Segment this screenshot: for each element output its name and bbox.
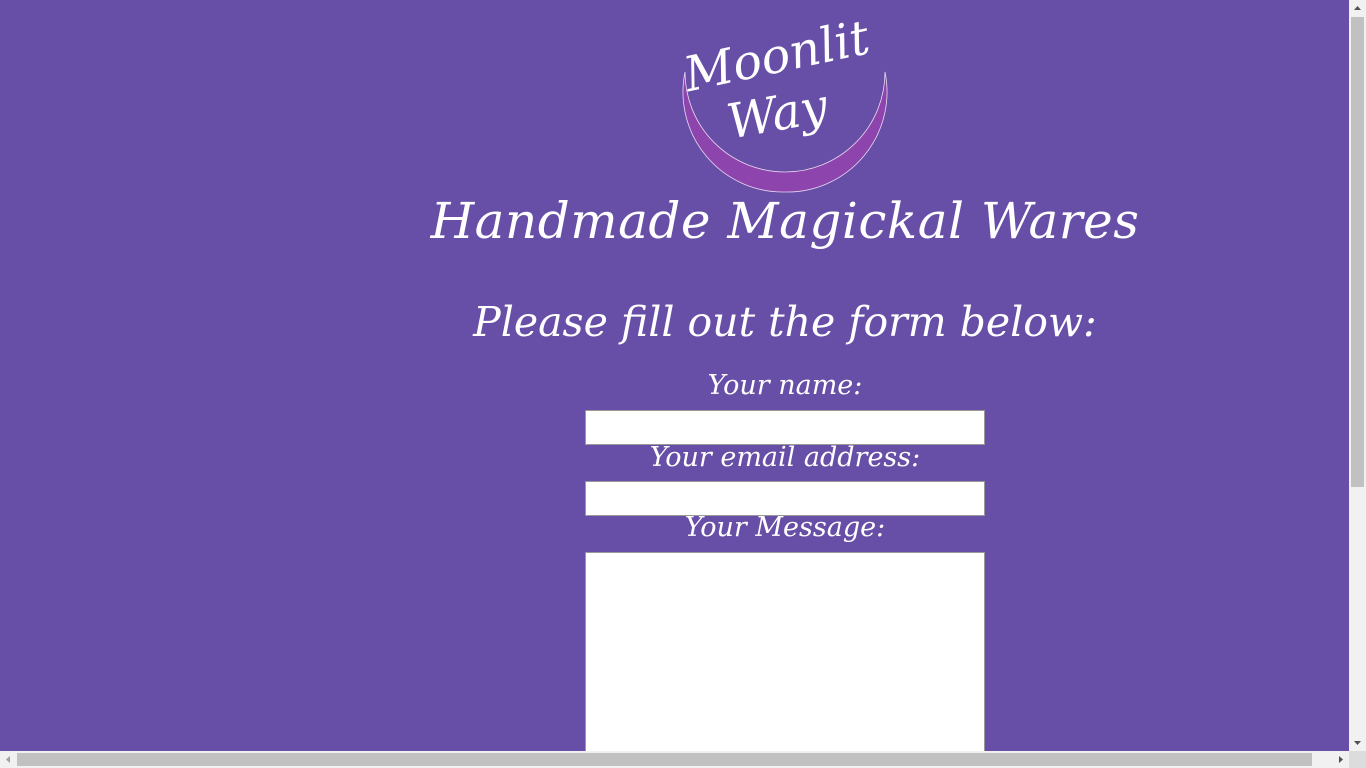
vertical-scroll-thumb[interactable]	[1351, 17, 1364, 487]
scroll-right-icon[interactable]	[1332, 751, 1349, 768]
name-label: Your name:	[707, 370, 863, 401]
horizontal-scroll-thumb[interactable]	[17, 753, 1312, 766]
message-textarea[interactable]	[585, 552, 985, 751]
form-heading: Please fill out the form below:	[473, 298, 1097, 346]
vertical-scrollbar[interactable]	[1349, 0, 1366, 751]
site-tagline: Handmade Magickal Wares	[430, 192, 1140, 250]
scrollbar-corner	[1349, 751, 1366, 768]
scroll-up-icon[interactable]	[1349, 0, 1366, 17]
page: Moonlit Way Handmade Magickal Wares Plea…	[0, 0, 1349, 751]
name-input[interactable]	[585, 410, 985, 445]
email-label: Your email address:	[649, 442, 921, 473]
scroll-down-icon[interactable]	[1349, 734, 1366, 751]
scroll-left-icon[interactable]	[0, 751, 17, 768]
message-label: Your Message:	[684, 512, 886, 543]
email-input[interactable]	[585, 481, 985, 516]
moonlit-way-logo: Moonlit Way	[680, 9, 888, 193]
horizontal-scrollbar[interactable]	[0, 751, 1349, 768]
